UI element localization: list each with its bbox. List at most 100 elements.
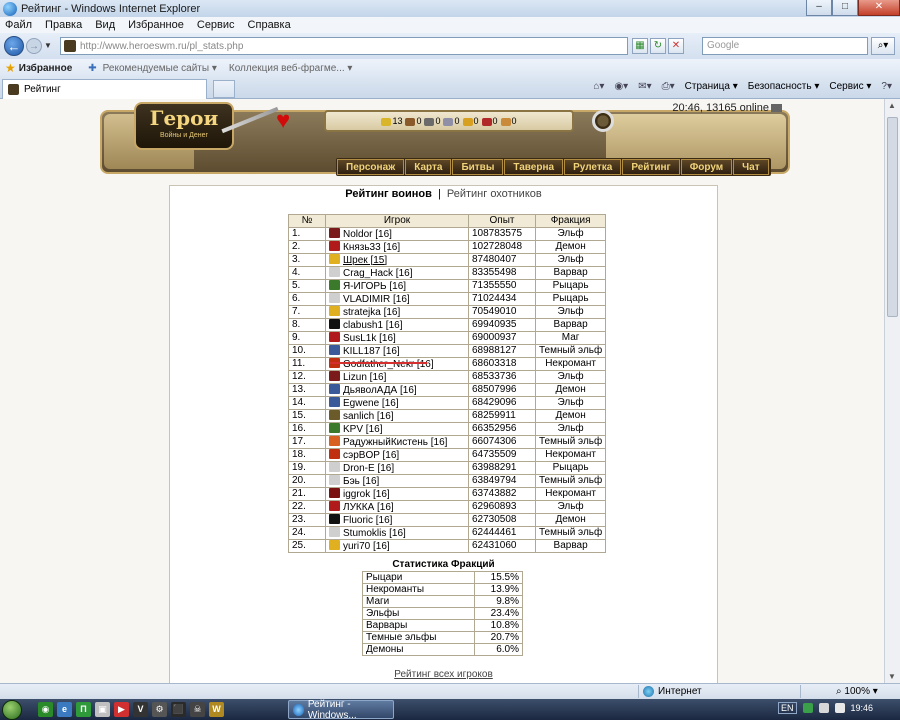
- scroll-up-icon[interactable]: ▲: [888, 101, 896, 110]
- all-players-rating-link[interactable]: Рейтинг всех игроков: [170, 669, 717, 680]
- player-link[interactable]: Godfather_Nekr [16]: [343, 359, 434, 370]
- feeds-icon[interactable]: ◉▾: [614, 81, 628, 92]
- address-field[interactable]: http://www.heroeswm.ru/pl_stats.php: [60, 37, 628, 55]
- favorites-button[interactable]: Избранное: [19, 63, 73, 74]
- player-link[interactable]: iggrok [16]: [343, 489, 390, 500]
- zoom-control[interactable]: ⌕ 100% ▾: [836, 686, 878, 697]
- clan-emblem-icon[interactable]: [329, 396, 340, 407]
- clan-emblem-icon[interactable]: [329, 539, 340, 550]
- safety-menu[interactable]: Безопасность ▾: [748, 81, 820, 92]
- stop-button[interactable]: ✕: [668, 38, 684, 54]
- hunters-rating-link[interactable]: Рейтинг охотников: [447, 188, 542, 200]
- start-button[interactable]: [2, 700, 22, 720]
- player-link[interactable]: Шрек [15]: [343, 255, 387, 266]
- clan-emblem-icon[interactable]: [329, 448, 340, 459]
- game-nav-item[interactable]: Форум: [680, 159, 733, 175]
- player-link[interactable]: clabush1 [16]: [343, 320, 403, 331]
- clan-emblem-icon[interactable]: [329, 331, 340, 342]
- menu-favorites[interactable]: Избранное: [128, 19, 184, 31]
- menu-file[interactable]: Файл: [5, 19, 32, 31]
- player-link[interactable]: Stumoklis [16]: [343, 528, 406, 539]
- compat-view-button[interactable]: ▦: [632, 38, 648, 54]
- online-list-icon[interactable]: [771, 104, 782, 113]
- player-link[interactable]: stratejka [16]: [343, 307, 400, 318]
- quick-launch-icon[interactable]: ▶: [114, 702, 129, 717]
- quick-launch-icon[interactable]: V: [133, 702, 148, 717]
- clan-emblem-icon[interactable]: [329, 513, 340, 524]
- clan-emblem-icon[interactable]: [329, 279, 340, 290]
- clan-emblem-icon[interactable]: [329, 487, 340, 498]
- security-zone[interactable]: Интернет: [643, 686, 702, 697]
- tools-menu[interactable]: Сервис ▾: [829, 81, 871, 92]
- player-link[interactable]: VLADIMIR [16]: [343, 294, 410, 305]
- print-icon[interactable]: ⎙▾: [662, 81, 675, 92]
- menu-help[interactable]: Справка: [248, 19, 291, 31]
- player-link[interactable]: Noldor [16]: [343, 229, 392, 240]
- quick-launch-icon[interactable]: ◉: [38, 702, 53, 717]
- game-nav-item[interactable]: Чат: [733, 159, 769, 175]
- player-link[interactable]: Crag_Hack [16]: [343, 268, 412, 279]
- quick-launch-icon[interactable]: ▣: [95, 702, 110, 717]
- player-link[interactable]: сэрBOP [16]: [343, 450, 399, 461]
- scroll-thumb[interactable]: [887, 117, 898, 317]
- game-nav-item[interactable]: Рулетка: [564, 159, 622, 175]
- quick-launch-icon[interactable]: ☠: [190, 702, 205, 717]
- game-quick-icon[interactable]: W: [209, 702, 224, 717]
- help-icon[interactable]: ?▾: [881, 81, 892, 92]
- clan-emblem-icon[interactable]: [329, 474, 340, 485]
- player-link[interactable]: ДьяволАДА [16]: [343, 385, 417, 396]
- player-link[interactable]: sanlich [16]: [343, 411, 394, 422]
- game-nav-item[interactable]: Карта: [405, 159, 452, 175]
- clan-emblem-icon[interactable]: [329, 383, 340, 394]
- player-link[interactable]: Князь33 [16]: [343, 242, 400, 253]
- clan-emblem-icon[interactable]: [329, 370, 340, 381]
- minimize-button[interactable]: –: [806, 0, 832, 16]
- player-link[interactable]: KILL187 [16]: [343, 346, 400, 357]
- mail-icon[interactable]: ✉▾: [638, 81, 651, 92]
- page-menu[interactable]: Страница ▾: [685, 81, 738, 92]
- clan-emblem-icon[interactable]: [329, 435, 340, 446]
- close-button[interactable]: ✕: [858, 0, 900, 16]
- clan-emblem-icon[interactable]: [329, 422, 340, 433]
- clan-emblem-icon[interactable]: [329, 344, 340, 355]
- menu-edit[interactable]: Правка: [45, 19, 82, 31]
- clan-emblem-icon[interactable]: [329, 461, 340, 472]
- clan-emblem-icon[interactable]: [329, 318, 340, 329]
- ie-taskbar-button[interactable]: Рейтинг - Windows...: [288, 699, 394, 721]
- game-nav-item[interactable]: Персонаж: [337, 159, 405, 175]
- ie-quick-icon[interactable]: e: [57, 702, 72, 717]
- clock[interactable]: 19:46: [851, 703, 874, 713]
- player-link[interactable]: Fluoric [16]: [343, 515, 392, 526]
- refresh-button[interactable]: ↻: [650, 38, 666, 54]
- player-link[interactable]: yuri70 [16]: [343, 541, 390, 552]
- new-tab-button[interactable]: [213, 80, 235, 98]
- search-button[interactable]: ⌕▾: [871, 37, 895, 55]
- game-nav-item[interactable]: Рейтинг: [622, 159, 680, 175]
- network-icon[interactable]: [818, 703, 829, 713]
- clan-emblem-icon[interactable]: [329, 409, 340, 420]
- quick-launch-icon[interactable]: ⬛: [171, 702, 186, 717]
- menu-view[interactable]: Вид: [95, 19, 115, 31]
- maximize-button[interactable]: □: [832, 0, 858, 16]
- volume-icon[interactable]: [834, 703, 845, 713]
- tray-icon[interactable]: [802, 703, 813, 713]
- vertical-scrollbar[interactable]: ▲ ▼: [884, 99, 900, 683]
- player-link[interactable]: Я-ИГОРЬ [16]: [343, 281, 406, 292]
- clan-emblem-icon[interactable]: [329, 253, 340, 264]
- clan-emblem-icon[interactable]: [329, 292, 340, 303]
- clan-emblem-icon[interactable]: [329, 240, 340, 251]
- player-link[interactable]: РадужныйКистень [16]: [343, 437, 447, 448]
- clan-emblem-icon[interactable]: [329, 526, 340, 537]
- clan-emblem-icon[interactable]: [329, 227, 340, 238]
- game-nav-item[interactable]: Битвы: [452, 159, 504, 175]
- scroll-down-icon[interactable]: ▼: [888, 672, 896, 681]
- player-link[interactable]: Dron-E [16]: [343, 463, 394, 474]
- player-link[interactable]: Egwene [16]: [343, 398, 399, 409]
- player-link[interactable]: KPV [16]: [343, 424, 382, 435]
- home-icon[interactable]: ⌂▾: [593, 81, 604, 92]
- game-nav-item[interactable]: Таверна: [504, 159, 564, 175]
- menu-tools[interactable]: Сервис: [197, 19, 235, 31]
- clan-emblem-icon[interactable]: [329, 305, 340, 316]
- quick-launch-icon[interactable]: П: [76, 702, 91, 717]
- player-link[interactable]: Бэь [16]: [343, 476, 379, 487]
